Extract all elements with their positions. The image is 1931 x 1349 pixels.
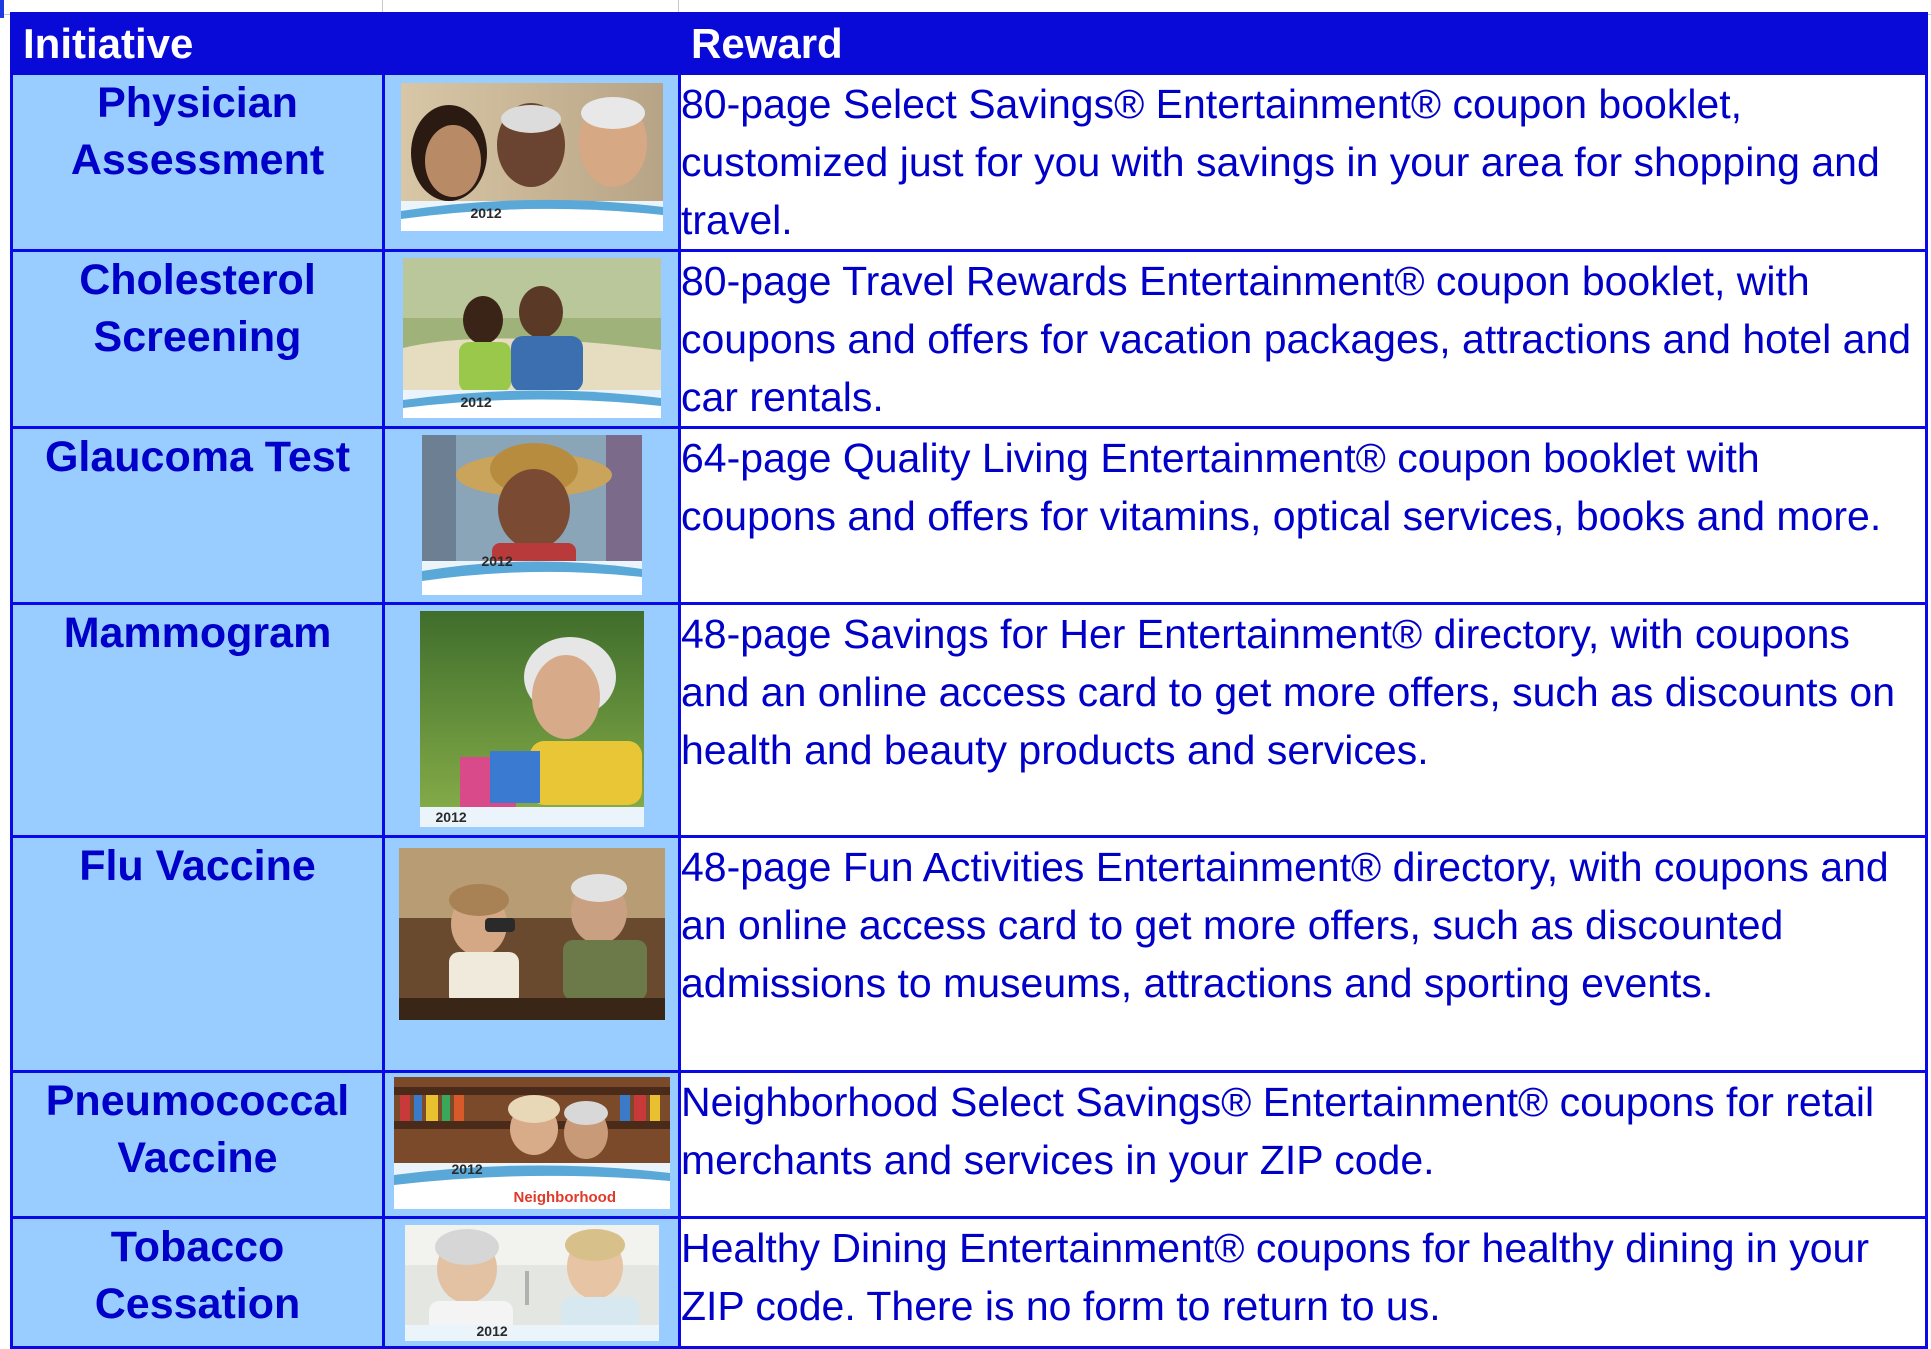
initiative-cell: Glaucoma Test	[10, 426, 385, 605]
table-row: Cholesterol Screening 2012 80-page Trave…	[10, 249, 1928, 429]
image-cell: 2012 Neighborhood	[382, 1070, 681, 1219]
image-cell: 2012	[382, 426, 681, 605]
image-year-label: 2012	[460, 394, 492, 410]
reward-cell: 80-page Select Savings® Entertainment® c…	[678, 72, 1928, 252]
table-row: Physician Assessment 2012 80-page Select…	[10, 72, 1928, 252]
initiative-cell: Cholesterol Screening	[10, 249, 385, 429]
table-row: Tobacco Cessation 2012 Healthy Dining En…	[10, 1216, 1928, 1349]
initiative-cell: Mammogram	[10, 602, 385, 838]
older-woman-with-shopping-bags-photo: 2012	[419, 611, 644, 827]
image-year-label: 2012	[435, 809, 467, 825]
reward-cell: 48-page Fun Activities Entertainment® di…	[678, 835, 1928, 1073]
table-row: Mammogram 2012 48-page Savings for Her E…	[10, 602, 1928, 838]
image-cell: 2012	[382, 72, 681, 252]
image-cell: 2012	[382, 602, 681, 838]
image-year-label: 2012	[476, 1323, 508, 1339]
couple-at-beach-photo: 2012	[402, 258, 661, 418]
header-reward: Reward	[678, 12, 1928, 75]
image-cell: 2012	[382, 1216, 681, 1349]
image-cell: 2012	[382, 249, 681, 429]
image-year-label: 2012	[470, 205, 502, 221]
woman-in-straw-hat-photo: 2012	[421, 435, 642, 595]
reward-cell: 48-page Savings for Her Entertainment® d…	[678, 602, 1928, 838]
reward-cell: 64-page Quality Living Entertainment® co…	[678, 426, 1928, 605]
rewards-table: Initiative Reward Physician Assessment 2…	[10, 12, 1928, 1349]
image-brand-label: Neighborhood	[513, 1189, 616, 1206]
three-seniors-smiling-photo: 2012	[400, 83, 663, 231]
initiative-cell: Flu Vaccine	[10, 835, 385, 1073]
image-year-label: 2012	[451, 1161, 483, 1177]
table-row: Flu Vaccine 48-page Fun Activities Enter…	[10, 835, 1928, 1073]
header-initiative: Initiative	[10, 12, 385, 75]
couple-with-binoculars-photo	[398, 848, 665, 1020]
initiative-cell: Tobacco Cessation	[10, 1216, 385, 1349]
reward-cell: Healthy Dining Entertainment® coupons fo…	[678, 1216, 1928, 1349]
table-row: Glaucoma Test 2012 64-page Quality Livin…	[10, 426, 1928, 605]
initiative-cell: Pneumococcal Vaccine	[10, 1070, 385, 1219]
header-image-blank	[382, 12, 681, 75]
reward-cell: 80-page Travel Rewards Entertainment® co…	[678, 249, 1928, 429]
table-header-row: Initiative Reward	[10, 12, 1928, 75]
image-year-label: 2012	[481, 553, 513, 569]
reward-cell: Neighborhood Select Savings® Entertainme…	[678, 1070, 1928, 1219]
image-cell	[382, 835, 681, 1073]
table-row: Pneumococcal Vaccine 2012 Neighborhood N…	[10, 1070, 1928, 1219]
couple-in-bookstore-photo: 2012 Neighborhood	[393, 1077, 670, 1209]
cell-selection-marker	[0, 0, 4, 18]
initiative-cell: Physician Assessment	[10, 72, 385, 252]
couple-dining-photo: 2012	[404, 1225, 659, 1341]
